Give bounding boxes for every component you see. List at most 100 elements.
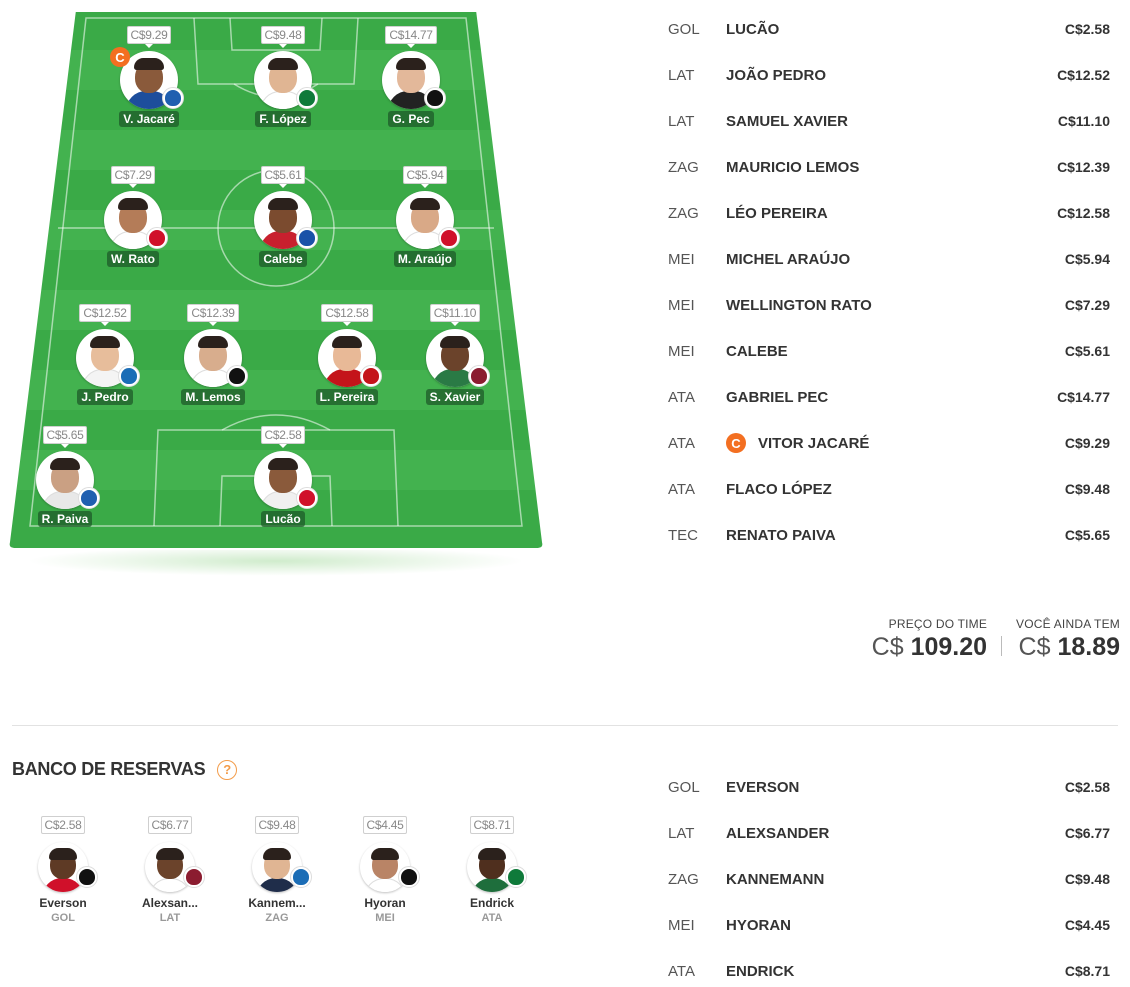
roster-row[interactable]: MEI CALEBE C$5.61 xyxy=(668,328,1110,374)
hair-shape xyxy=(268,58,298,70)
field-player[interactable]: C$9.48 F. López xyxy=(228,26,338,127)
roster-row[interactable]: GOL LUCÃO C$2.58 xyxy=(668,6,1110,52)
position-label: LAT xyxy=(159,912,181,924)
player-price: C$9.48 xyxy=(1064,481,1110,497)
player-name: R. Paiva xyxy=(37,511,93,527)
player-name: Hyoran xyxy=(364,896,406,910)
roster-row[interactable]: ATA GABRIEL PEC C$14.77 xyxy=(668,374,1110,420)
bench-player[interactable]: C$9.48 Kannem... ZAG xyxy=(232,816,322,924)
hair-shape xyxy=(440,336,470,348)
player-avatar[interactable] xyxy=(426,329,490,387)
roster-row[interactable]: LAT ALEXSANDER C$6.77 xyxy=(668,810,1110,856)
player-name-text: JOÃO PEDRO xyxy=(726,66,827,84)
bench-roster-list: GOL EVERSON C$2.58 LAT ALEXSANDER C$6.77 ZAG KA… xyxy=(668,764,1110,987)
player-avatar[interactable]: C xyxy=(110,47,184,109)
player-avatar[interactable] xyxy=(38,842,98,892)
player-avatar[interactable] xyxy=(254,451,318,509)
field-player[interactable]: C$9.29 C V. Jacaré xyxy=(94,26,204,127)
roster-row[interactable]: ATA ENDRICK C$8.71 xyxy=(668,948,1110,987)
roster-row[interactable]: ZAG MAURICIO LEMOS C$12.39 xyxy=(668,144,1110,190)
position-label: ZAG xyxy=(668,204,699,222)
roster-row[interactable]: LAT JOÃO PEDRO C$12.52 xyxy=(668,52,1110,98)
player-full-name: EVERSON xyxy=(726,779,1030,796)
roster-row[interactable]: ATA FLACO LÓPEZ C$9.48 xyxy=(668,466,1110,512)
price-tag: C$4.45 xyxy=(362,816,408,838)
lineup-field: C$9.29 C V. Jacaré C$9.48 F. López C$14.77 G. … xyxy=(6,10,546,576)
team-totals: PREÇO DO TIME C$ 109.20 VOCÊ AINDA TEM C… xyxy=(872,617,1120,662)
roster-row[interactable]: MEI HYORAN C$4.45 xyxy=(668,902,1110,948)
player-avatar[interactable] xyxy=(76,329,140,387)
price-tag: C$5.65 xyxy=(42,426,88,448)
field-player[interactable]: C$5.65 R. Paiva xyxy=(10,426,120,527)
roster-row[interactable]: ATA C VITOR JACARÉ C$9.29 xyxy=(668,420,1110,466)
player-avatar[interactable] xyxy=(360,842,420,892)
roster-row[interactable]: MEI WELLINGTON RATO C$7.29 xyxy=(668,282,1110,328)
field-player[interactable]: C$12.52 J. Pedro xyxy=(50,304,160,405)
bench-header: BANCO DE RESERVAS ? xyxy=(12,759,238,780)
club-badge-icon xyxy=(360,365,382,387)
bench-player[interactable]: C$4.45 Hyoran MEI xyxy=(340,816,430,924)
player-avatar[interactable] xyxy=(318,329,382,387)
player-full-name: C VITOR JACARÉ xyxy=(726,433,1030,453)
club-badge-icon xyxy=(468,365,490,387)
player-avatar[interactable] xyxy=(254,51,318,109)
field-player[interactable]: C$5.61 Calebe xyxy=(228,166,338,267)
hair-shape xyxy=(268,458,298,470)
field-player[interactable]: C$2.58 Lucão xyxy=(228,426,338,527)
player-avatar[interactable] xyxy=(467,842,527,892)
bench-player[interactable]: C$2.58 Everson GOL xyxy=(18,816,108,924)
player-price: C$12.52 xyxy=(1057,67,1110,83)
player-name: W. Rato xyxy=(107,251,159,267)
player-avatar[interactable] xyxy=(252,842,312,892)
field-player[interactable]: C$12.39 M. Lemos xyxy=(158,304,268,405)
club-crest-icon xyxy=(186,869,202,885)
player-name-text: HYORAN xyxy=(726,916,792,934)
roster-row[interactable]: TEC RENATO PAIVA C$5.65 xyxy=(668,512,1110,558)
roster-row[interactable]: GOL EVERSON C$2.58 xyxy=(668,764,1110,810)
club-crest-icon xyxy=(229,368,245,384)
field-player[interactable]: C$14.77 G. Pec xyxy=(356,26,466,127)
roster-row[interactable]: MEI MICHEL ARAÚJO C$5.94 xyxy=(668,236,1110,282)
club-crest-icon xyxy=(299,230,315,246)
player-price: C$5.61 xyxy=(1064,343,1110,359)
player-avatar[interactable] xyxy=(145,842,205,892)
totals-separator xyxy=(1001,636,1003,656)
player-avatar[interactable] xyxy=(396,191,460,249)
position-label: GOL xyxy=(668,20,700,38)
hair-shape xyxy=(478,848,506,860)
position-label: TEC xyxy=(668,526,698,544)
roster-row[interactable]: LAT SAMUEL XAVIER C$11.10 xyxy=(668,98,1110,144)
player-full-name: GABRIEL PEC xyxy=(726,389,1030,406)
club-badge-icon xyxy=(290,866,312,888)
player-name-text: WELLINGTON RATO xyxy=(726,296,872,314)
field-player[interactable]: C$5.94 M. Araújo xyxy=(370,166,480,267)
field-player[interactable]: C$7.29 W. Rato xyxy=(78,166,188,267)
field-player[interactable]: C$12.58 L. Pereira xyxy=(292,304,402,405)
hair-shape xyxy=(50,458,80,470)
club-badge-icon xyxy=(424,87,446,109)
club-crest-icon xyxy=(299,90,315,106)
player-price: C$4.45 xyxy=(1064,917,1110,933)
roster-row[interactable]: ZAG KANNEMANN C$9.48 xyxy=(668,856,1110,902)
player-avatar[interactable] xyxy=(184,329,248,387)
player-avatar[interactable] xyxy=(104,191,168,249)
hair-shape xyxy=(332,336,362,348)
player-avatar[interactable] xyxy=(382,51,446,109)
bench-player[interactable]: C$8.71 Endrick ATA xyxy=(447,816,537,924)
position-label: ZAG xyxy=(668,870,699,888)
player-full-name: MAURICIO LEMOS xyxy=(726,159,1030,176)
player-avatar[interactable] xyxy=(36,451,100,509)
price-tag: C$12.52 xyxy=(79,304,131,326)
field-player[interactable]: C$11.10 S. Xavier xyxy=(400,304,510,405)
price-tag: C$6.77 xyxy=(147,816,193,838)
player-price: C$8.71 xyxy=(1064,963,1110,979)
remaining-number: 18.89 xyxy=(1057,633,1120,661)
player-avatar[interactable] xyxy=(254,191,318,249)
position-label: ATA xyxy=(668,962,695,980)
position-label: MEI xyxy=(668,296,695,314)
player-full-name: ENDRICK xyxy=(726,963,1030,980)
club-badge-icon xyxy=(146,227,168,249)
roster-row[interactable]: ZAG LÉO PEREIRA C$12.58 xyxy=(668,190,1110,236)
help-icon[interactable]: ? xyxy=(217,759,238,780)
bench-player[interactable]: C$6.77 Alexsan... LAT xyxy=(125,816,215,924)
